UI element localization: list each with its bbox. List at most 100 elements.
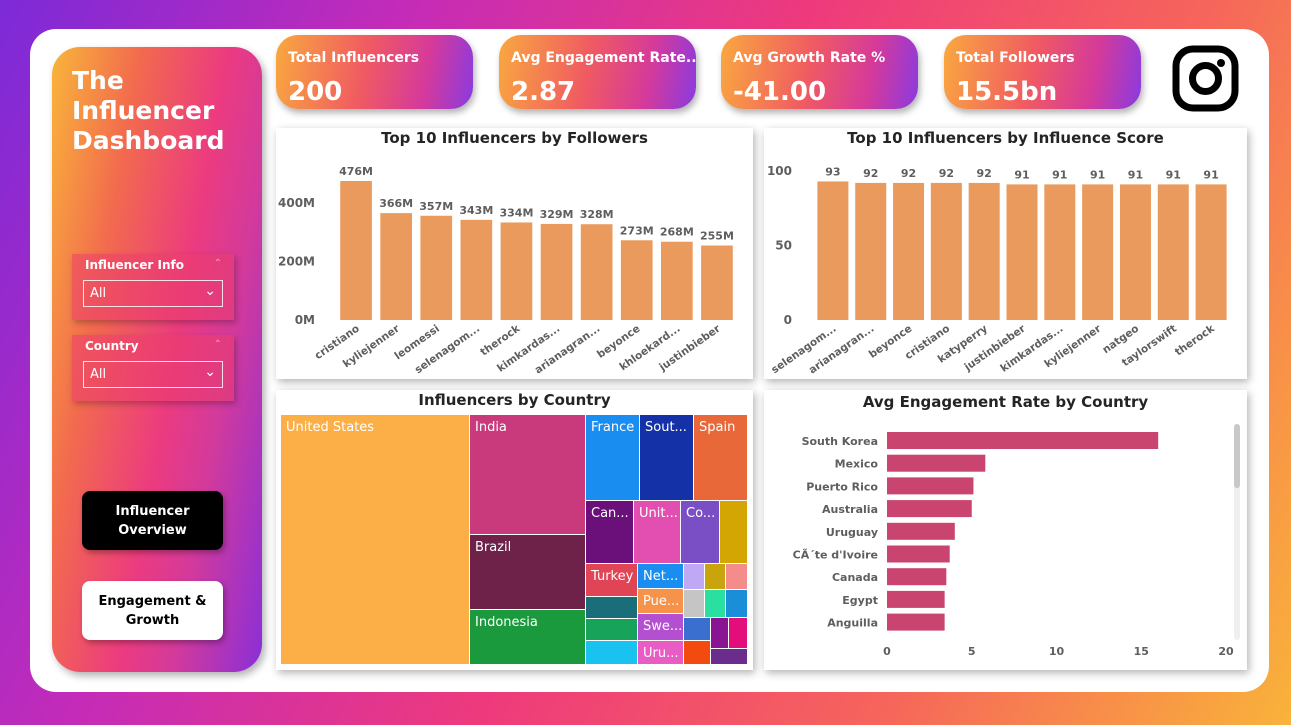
treemap-label: Turkey — [591, 569, 634, 584]
treemap-cell — [726, 564, 747, 589]
data-label: 91 — [1128, 168, 1143, 181]
data-label: 91 — [1014, 168, 1029, 181]
influencer-info-slicer: Influencer Info ⌃ All ⌄ — [72, 254, 234, 320]
country-slicer: Country ⌃ All ⌄ — [72, 335, 234, 401]
scrollbar-thumb[interactable] — [1234, 424, 1240, 488]
data-label: 268M — [660, 226, 694, 239]
kpi-total-influencers: Total Influencers 200 — [276, 35, 473, 109]
instagram-icon — [1172, 45, 1239, 112]
treemap-cell: Unit... — [634, 501, 680, 563]
treemap-label: Net... — [643, 569, 679, 584]
data-label: 92 — [901, 167, 916, 180]
x-tick-label: 15 — [1134, 645, 1149, 658]
data-label: 93 — [825, 165, 840, 178]
chevron-up-icon[interactable]: ⌃ — [214, 339, 222, 350]
bar — [855, 182, 887, 320]
bar — [1195, 184, 1227, 320]
treemap-cell: France — [586, 415, 639, 500]
treemap-label: France — [591, 420, 635, 435]
y-tick-label: South Korea — [802, 435, 878, 448]
treemap-label: Co... — [686, 506, 716, 521]
slicer-label: Influencer Info — [85, 258, 184, 272]
bar — [887, 613, 945, 631]
y-tick-label: 400M — [278, 196, 315, 210]
treemap-cell — [684, 564, 704, 589]
treemap-label: Sout... — [645, 420, 687, 435]
kpi-value: -41.00 — [733, 77, 827, 107]
y-tick-label: Uruguay — [826, 526, 878, 539]
bar — [460, 219, 493, 320]
bar — [930, 182, 962, 320]
data-label: 92 — [977, 167, 992, 180]
kpi-value: 2.87 — [511, 77, 576, 107]
y-tick-label: 200M — [278, 255, 315, 269]
treemap-cell: Indonesia — [470, 610, 585, 664]
bar — [420, 215, 453, 320]
x-tick-label: 20 — [1218, 645, 1234, 658]
influencer-overview-button[interactable]: Influencer Overview — [82, 491, 223, 550]
treemap-label: Uru... — [643, 646, 679, 661]
data-label: 92 — [863, 167, 878, 180]
treemap-cell: Swe... — [638, 614, 683, 640]
treemap-label: India — [475, 420, 507, 435]
treemap-cell: Brazil — [470, 535, 585, 609]
bar — [887, 432, 1159, 449]
treemap-cell — [729, 618, 747, 648]
bar — [887, 477, 974, 495]
bar — [968, 182, 1000, 320]
influencer-info-dropdown[interactable]: All ⌄ — [83, 280, 223, 307]
treemap-cell: United States — [281, 415, 469, 664]
followers-chart-panel: Top 10 Influencers by Followers 0M 200M 40… — [276, 128, 753, 379]
dashboard-title: The Influencer Dashboard — [72, 66, 225, 155]
treemap-cell — [705, 564, 725, 589]
treemap-cell — [705, 590, 725, 617]
treemap-cell — [586, 597, 637, 618]
data-label: 334M — [499, 206, 533, 219]
bar — [1082, 184, 1114, 320]
bar — [893, 182, 925, 320]
bar — [701, 245, 733, 320]
bar — [1006, 184, 1038, 320]
treemap-cell — [720, 501, 747, 563]
country-treemap: United States India Brazil Indonesia France S… — [276, 390, 753, 670]
treemap-label: Spain — [699, 420, 736, 435]
y-tick-label: Anguilla — [827, 617, 878, 630]
treemap-cell — [711, 618, 728, 648]
engagement-hbar-chart: South Korea Mexico Puerto Rico Australia Uru… — [793, 424, 1240, 658]
engagement-growth-button[interactable]: Engagement & Growth — [82, 581, 223, 640]
slicer-label: Country — [85, 339, 139, 353]
followers-bar-chart: 0M200M400M476Mcristiano366Mkyliejenner35… — [278, 165, 734, 376]
y-tick-label: 0M — [295, 313, 315, 327]
chevron-down-icon: ⌄ — [204, 364, 216, 380]
y-tick-label: 100 — [767, 164, 792, 178]
x-tick-label: 5 — [968, 645, 976, 658]
kpi-label: Avg Engagement Rate... — [511, 50, 696, 66]
bar — [887, 522, 955, 540]
data-label: 91 — [1052, 168, 1067, 181]
treemap-label: Can... — [591, 506, 629, 521]
treemap-cell: Uru... — [638, 641, 683, 664]
treemap-label: Brazil — [475, 540, 512, 555]
treemap-label: Pue... — [643, 594, 680, 609]
bar — [887, 590, 945, 608]
treemap-cell — [586, 619, 637, 640]
treemap-cell: Can... — [586, 501, 633, 563]
chevron-up-icon[interactable]: ⌃ — [214, 258, 222, 269]
y-tick-label: 50 — [775, 239, 792, 253]
y-tick-label: Mexico — [835, 458, 879, 471]
dropdown-value: All — [90, 286, 107, 301]
bar — [661, 241, 693, 320]
data-label: 273M — [620, 224, 654, 237]
bar — [887, 545, 950, 563]
bar — [340, 181, 372, 320]
bar — [1157, 184, 1189, 320]
treemap-cell: Pue... — [638, 589, 683, 613]
y-tick-label: CÃ´te d'Ivoire — [793, 549, 878, 562]
country-treemap-panel: Influencers by Country United States Indi… — [276, 390, 753, 670]
influence-score-bar-chart: 050100 93selenagom...92arianagran...92bey… — [767, 164, 1227, 376]
data-label: 91 — [1166, 168, 1181, 181]
bar — [817, 181, 849, 320]
x-tick-label: therock — [1173, 322, 1218, 358]
bar — [380, 213, 412, 320]
country-dropdown[interactable]: All ⌄ — [83, 361, 223, 388]
